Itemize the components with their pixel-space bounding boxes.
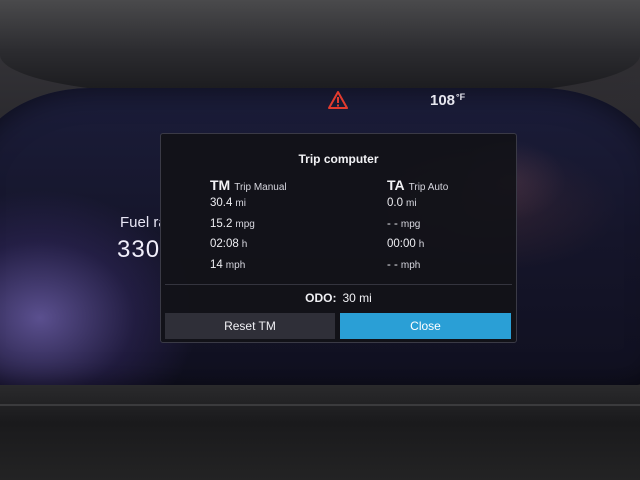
auto-distance: 0.0 mi	[387, 197, 417, 209]
odometer-readout: ODO: 30 mi	[161, 291, 516, 305]
auto-fuel-economy-value: - -	[387, 218, 398, 230]
auto-avg-speed-value: - -	[387, 259, 398, 271]
manual-fuel-economy-value: 15.2	[210, 218, 233, 230]
fuel-gauge-value: 330	[117, 236, 161, 263]
dashboard-trim-line	[0, 404, 640, 406]
auto-time-value: 00:00	[387, 238, 416, 250]
manual-time-value: 02:08	[210, 238, 239, 250]
auto-avg-speed-unit: mph	[400, 260, 421, 271]
manual-fuel-economy: 15.2 mpg	[210, 218, 255, 230]
manual-time-unit: h	[241, 239, 248, 250]
outside-temperature: 108°F	[430, 92, 465, 109]
auto-time: 00:00 h	[387, 238, 424, 250]
warning-triangle-icon	[328, 91, 348, 109]
manual-distance: 30.4 mi	[210, 197, 246, 209]
fuel-gauge-label: Fuel ra	[120, 214, 160, 231]
dialog-title: Trip computer	[298, 152, 379, 166]
dashboard-trim	[0, 385, 640, 480]
odometer-label: ODO:	[305, 291, 337, 305]
trip-manual-name: Trip Manual	[234, 182, 287, 193]
trip-auto-name: Trip Auto	[408, 182, 449, 193]
auto-distance-value: 0.0	[387, 197, 403, 209]
auto-distance-unit: mi	[406, 198, 417, 209]
auto-avg-speed: - - mph	[387, 259, 420, 271]
reset-tm-button[interactable]: Reset TM	[165, 313, 335, 339]
manual-fuel-economy-unit: mpg	[235, 219, 255, 230]
manual-avg-speed-value: 14	[210, 259, 223, 271]
manual-time: 02:08 h	[210, 238, 247, 250]
manual-distance-value: 30.4	[210, 197, 233, 209]
trip-auto-abbr: TA	[387, 177, 405, 193]
manual-avg-speed-unit: mph	[225, 260, 246, 271]
odometer-value: 30 mi	[342, 291, 372, 305]
dashboard-hood	[0, 0, 640, 95]
auto-fuel-economy-unit: mpg	[400, 219, 421, 230]
trip-auto-header: TA Trip Auto	[387, 177, 448, 195]
trip-computer-dialog: Trip computer TM Trip Manual TA Trip Auto …	[160, 133, 517, 343]
trip-manual-abbr: TM	[210, 177, 231, 193]
manual-avg-speed: 14 mph	[210, 259, 245, 271]
outside-temperature-unit: °F	[456, 92, 466, 102]
auto-fuel-economy: - - mpg	[387, 218, 420, 230]
manual-distance-unit: mi	[235, 198, 246, 209]
auto-time-unit: h	[418, 239, 425, 250]
dialog-divider	[165, 284, 512, 285]
trip-manual-header: TM Trip Manual	[210, 177, 287, 195]
close-button[interactable]: Close	[340, 313, 511, 339]
outside-temperature-value: 108	[430, 92, 456, 109]
